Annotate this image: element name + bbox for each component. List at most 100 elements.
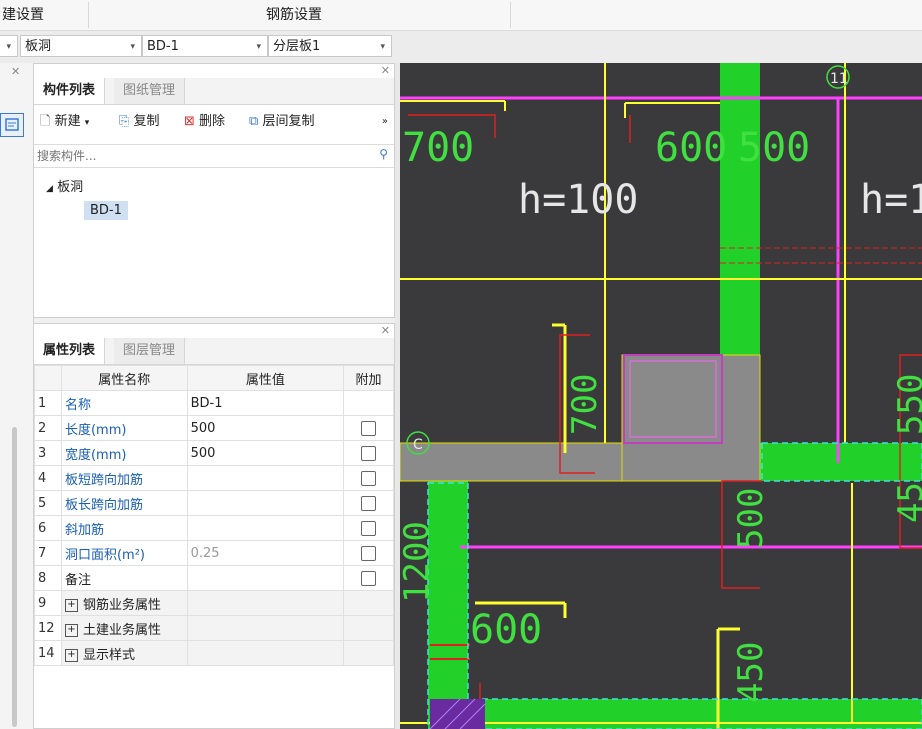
delete-icon: ⊠ xyxy=(184,114,195,129)
tree-item-label: BD-1 xyxy=(90,203,122,218)
search-input[interactable] xyxy=(34,145,369,167)
row-number: 8 xyxy=(34,565,62,591)
row-number: 12 xyxy=(34,615,62,641)
combo-component[interactable]: BD-1 ▾ xyxy=(142,35,268,57)
cad-drawing[interactable]: 700 600 500 h=100 h=10 600 700 500 550 1… xyxy=(400,63,922,729)
property-name: 长度(mm) xyxy=(60,415,188,441)
combo-layer[interactable]: 分层板1 ▾ xyxy=(268,35,392,57)
layer-copy-icon: ⧉ xyxy=(249,114,259,129)
expand-plus-icon[interactable]: + xyxy=(64,623,78,637)
expand-plus-icon[interactable]: + xyxy=(64,598,78,612)
table-row[interactable]: 3 宽度(mm) 500 xyxy=(34,440,394,466)
chevron-down-icon: ▾ xyxy=(256,42,261,52)
column-block xyxy=(430,699,485,729)
extra-checkbox[interactable] xyxy=(361,520,377,536)
dim-text: 600 xyxy=(655,125,727,171)
group-row[interactable]: 9 + 钢筋业务属性 xyxy=(34,590,394,616)
component-list-panel: ✕ 构件列表 图纸管理 🗋 新建 ▾ ⎘ 复制 ⊠ 删除 ⧉ 层间复制 » ⚲ … xyxy=(33,63,395,318)
beam-horizontal xyxy=(760,443,922,481)
table-row[interactable]: 4 板短跨向加筋 xyxy=(34,465,394,491)
table-row[interactable]: 8 备注 xyxy=(34,565,394,591)
property-value[interactable] xyxy=(186,565,345,591)
tree-group[interactable]: ◢ 板洞 xyxy=(46,176,83,195)
chevron-down-icon: ▾ xyxy=(84,118,90,128)
table-header-row: 属性名称 属性值 附加 xyxy=(34,365,394,391)
row-number: 7 xyxy=(34,540,62,566)
table-row[interactable]: 6 斜加筋 xyxy=(34,515,394,541)
group-value-cell xyxy=(186,640,345,666)
dim-text: 45 xyxy=(891,482,922,523)
combo-category[interactable]: 板洞 ▾ xyxy=(20,35,142,57)
extra-checkbox[interactable] xyxy=(361,420,377,436)
tab-layer-management[interactable]: 图层管理 xyxy=(114,338,186,364)
property-value[interactable] xyxy=(186,515,345,541)
dim-text: 550 xyxy=(891,374,922,435)
search-box: ⚲ xyxy=(34,144,394,168)
header-extra: 附加 xyxy=(343,365,394,391)
panel-toggle-icon[interactable] xyxy=(0,113,24,137)
extra-checkbox[interactable] xyxy=(361,445,377,461)
close-icon[interactable]: ✕ xyxy=(381,64,390,77)
property-value[interactable] xyxy=(186,465,345,491)
extra-cell xyxy=(343,415,394,441)
row-number: 4 xyxy=(34,465,62,491)
row-number: 3 xyxy=(34,440,62,466)
tab-property-list[interactable]: 属性列表 xyxy=(34,338,106,364)
extra-checkbox[interactable] xyxy=(361,470,377,486)
axis-label: 11 xyxy=(830,71,848,87)
group-value-cell xyxy=(186,615,345,641)
property-name: 名称 xyxy=(60,390,188,416)
table-row[interactable]: 2 长度(mm) 500 xyxy=(34,415,394,441)
property-value[interactable] xyxy=(186,490,345,516)
ribbon-divider xyxy=(510,2,511,28)
extra-cell xyxy=(343,540,394,566)
extra-checkbox[interactable] xyxy=(361,570,377,586)
ribbon-rebar-settings[interactable]: 钢筋设置 xyxy=(266,0,322,30)
table-row[interactable]: 1 名称 BD-1 xyxy=(34,390,394,416)
property-value[interactable]: 500 xyxy=(186,440,345,466)
row-number: 9 xyxy=(34,590,62,616)
delete-label: 删除 xyxy=(199,114,226,129)
layer-copy-button[interactable]: ⧉ 层间复制 xyxy=(249,109,314,135)
group-extra-cell xyxy=(343,590,394,616)
group-name: 钢筋业务属性 xyxy=(82,597,161,613)
dim-text: 1200 xyxy=(400,521,437,603)
beam-vertical xyxy=(428,481,468,729)
group-value-cell xyxy=(186,590,345,616)
extra-cell xyxy=(343,490,394,516)
chevron-down-icon: ▾ xyxy=(380,42,385,52)
group-name-cell: + 显示样式 xyxy=(60,640,188,666)
search-icon[interactable]: ⚲ xyxy=(379,147,388,161)
tab-component-list[interactable]: 构件列表 xyxy=(34,78,106,104)
expand-plus-icon[interactable]: + xyxy=(64,648,78,662)
close-icon[interactable]: ✕ xyxy=(11,65,20,78)
dim-text: 700 xyxy=(402,125,474,171)
group-row[interactable]: 12 + 土建业务属性 xyxy=(34,615,394,641)
combo-previous[interactable]: ▾ xyxy=(0,35,18,57)
row-number: 1 xyxy=(34,390,62,416)
tab-drawing-management[interactable]: 图纸管理 xyxy=(114,78,186,104)
property-value[interactable]: BD-1 xyxy=(186,390,345,416)
copy-button[interactable]: ⎘ 复制 xyxy=(119,109,160,135)
property-tabs: 属性列表 图层管理 xyxy=(34,338,394,365)
more-icon[interactable]: » xyxy=(382,109,388,135)
scrollbar-thumb[interactable] xyxy=(12,427,17,727)
extra-checkbox[interactable] xyxy=(361,495,377,511)
table-row[interactable]: 7 洞口面积(m²) 0.25 xyxy=(34,540,394,566)
property-value[interactable]: 500 xyxy=(186,415,345,441)
close-icon[interactable]: ✕ xyxy=(381,324,390,337)
drawing-canvas[interactable]: 700 600 500 h=100 h=10 600 700 500 550 1… xyxy=(400,63,922,729)
combo-layer-value: 分层板1 xyxy=(273,39,321,54)
ribbon-left-label[interactable]: 建设置 xyxy=(2,0,44,30)
new-button[interactable]: 🗋 新建 ▾ xyxy=(40,109,89,135)
property-name: 备注 xyxy=(60,565,188,591)
tree-item-selected[interactable]: BD-1 xyxy=(84,201,128,220)
table-row[interactable]: 5 板长跨向加筋 xyxy=(34,490,394,516)
delete-button[interactable]: ⊠ 删除 xyxy=(184,109,225,135)
group-row[interactable]: 14 + 显示样式 xyxy=(34,640,394,666)
header-property-value: 属性值 xyxy=(186,365,345,391)
combo-category-value: 板洞 xyxy=(25,39,52,54)
extra-checkbox[interactable] xyxy=(361,545,377,561)
beam-vertical xyxy=(720,63,760,355)
tree-expand-icon[interactable]: ◢ xyxy=(46,184,53,194)
